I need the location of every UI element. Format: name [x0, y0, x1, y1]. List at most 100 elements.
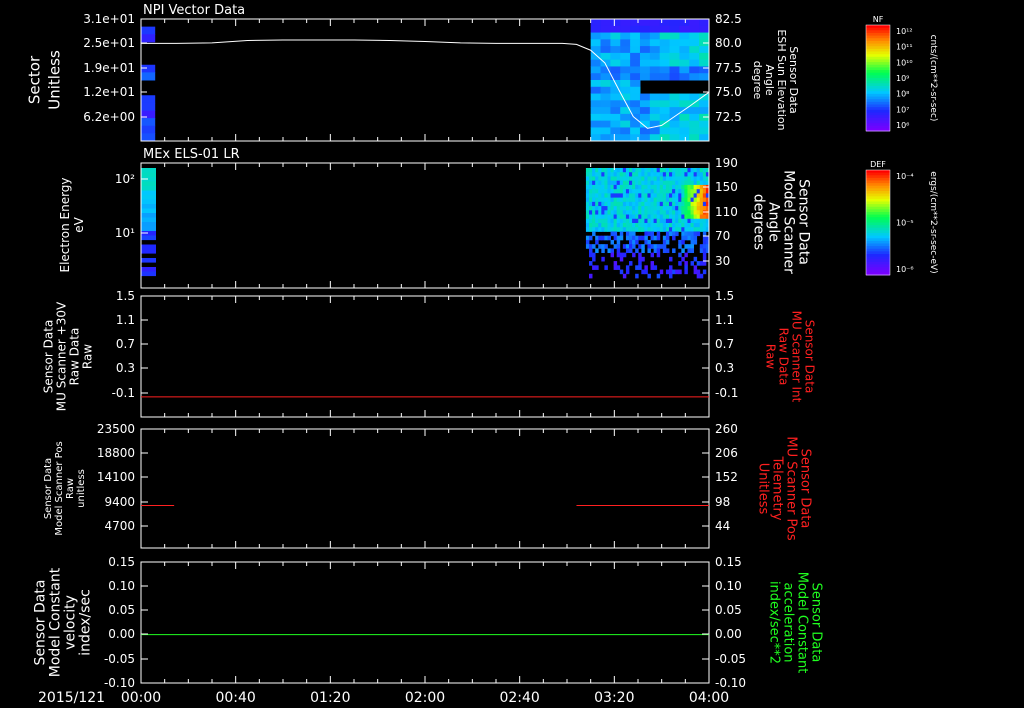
spectrogram-cell — [616, 193, 621, 199]
spectrogram-cell — [610, 127, 621, 135]
spectrogram-cell — [649, 46, 661, 54]
spectrogram-cell — [632, 235, 636, 241]
spectrogram-cell — [589, 172, 593, 177]
spectrogram-cell — [585, 184, 590, 190]
spectrogram-cell — [590, 52, 602, 61]
spectrogram-cell — [638, 189, 642, 194]
spectrogram-cell — [592, 176, 596, 182]
spectrogram-cell — [616, 239, 621, 245]
spectrogram-cell — [585, 201, 590, 207]
spectrogram-cell — [629, 218, 633, 224]
spectrogram-cell — [696, 168, 701, 173]
spectrogram-cell — [635, 239, 639, 245]
spectrogram-cell — [601, 223, 605, 228]
spectrogram-cell — [699, 189, 704, 194]
spectrogram-cell — [659, 206, 664, 211]
spectrogram-cell — [600, 120, 611, 128]
spectrogram-cell — [689, 59, 700, 67]
spectrogram-cell — [619, 227, 624, 232]
spectrogram-cell — [678, 261, 682, 266]
spectrogram-cell — [630, 39, 641, 47]
spectrogram-cell — [630, 100, 641, 108]
spectrogram-cell — [607, 180, 611, 186]
time-tick-label: 01:20 — [310, 690, 350, 706]
spectrogram-cell — [656, 189, 661, 194]
spectrogram-cell — [629, 210, 633, 215]
spectrogram-cell — [607, 189, 611, 194]
spectrogram-cell — [625, 231, 630, 237]
spectrogram-cell — [678, 193, 682, 199]
spectrogram-cell — [699, 206, 704, 211]
spectrogram-cell — [635, 227, 639, 232]
spectrogram-cell — [590, 25, 602, 34]
spectrogram-cell — [644, 218, 648, 224]
spectrogram-cell — [610, 39, 621, 47]
spectrogram-cell — [629, 227, 633, 232]
spectrogram-cell — [681, 176, 685, 182]
spectrogram-cell — [678, 269, 682, 275]
spectrogram-cell — [141, 222, 156, 227]
spectrogram-cell — [699, 261, 704, 266]
spectrogram-cell — [662, 218, 667, 224]
spectrogram-cell — [629, 223, 633, 228]
spectrogram-cell — [638, 197, 642, 203]
spectrogram-cell — [592, 214, 596, 220]
spectrogram-cell — [684, 227, 688, 232]
spectrogram-cell — [595, 201, 599, 207]
spectrogram-cell — [675, 172, 679, 177]
spectrogram-cell — [684, 269, 688, 275]
spectrogram-cell — [702, 193, 707, 199]
spectrogram-cell — [629, 231, 633, 237]
spectrogram-cell — [610, 168, 615, 173]
y-axis-label-left: Electron Energy eV — [58, 177, 86, 272]
spectrogram-cell — [638, 252, 642, 258]
spectrogram-cell — [585, 214, 590, 220]
spectrogram-cell — [604, 172, 608, 177]
spectrogram-cell — [595, 218, 599, 224]
spectrogram-cell — [589, 244, 593, 249]
spectrogram-cell — [620, 80, 631, 88]
spectrogram-cell — [613, 214, 618, 220]
spectrogram-cell — [690, 189, 695, 194]
spectrogram-cell — [659, 184, 664, 190]
y-axis-label-right-line: Sensor Data — [802, 320, 816, 394]
spectrogram-cell — [647, 248, 651, 254]
spectrogram-cell — [622, 244, 627, 249]
y-tick-label-right: 190 — [715, 156, 738, 170]
colorbar-units: ergs/(cm**2-sr-sec-eV) — [928, 171, 938, 273]
y-tick-label-right: 0.3 — [715, 361, 734, 375]
spectrogram-cell — [699, 19, 710, 27]
spectrogram-cell — [590, 80, 602, 88]
spectrogram-cell — [629, 193, 633, 199]
spectrogram-cell — [678, 184, 682, 190]
spectrogram-cell — [592, 227, 596, 232]
spectrogram-cell — [684, 235, 688, 241]
spectrogram-cell — [644, 172, 648, 177]
y-tick-label-right: 206 — [715, 446, 738, 460]
spectrogram-cell — [610, 223, 615, 228]
spectrogram-cell — [592, 197, 596, 203]
spectrogram-cell — [702, 239, 707, 245]
spectrogram-cell — [656, 252, 661, 258]
spectrogram-cell — [613, 184, 618, 190]
spectrogram-cell — [590, 46, 602, 54]
spectrogram-cell — [629, 235, 633, 241]
colorbar-tick-label: 10¹² — [896, 27, 913, 36]
spectrogram-cell — [141, 168, 156, 173]
spectrogram-cell — [656, 180, 661, 186]
spectrogram-cell — [689, 107, 700, 115]
spectrogram-cell — [141, 190, 156, 196]
spectrogram-cell — [672, 210, 676, 215]
spectrogram-cell — [620, 86, 631, 95]
spectrogram-cell — [659, 59, 671, 67]
spectrogram-cell — [672, 227, 676, 232]
y-axis-label-left-line: Model Scanner Pos — [54, 441, 65, 535]
spectrogram-cell — [592, 193, 596, 199]
y-axis-label-left-line: Sensor Data — [32, 580, 48, 666]
spectrogram-cell — [675, 206, 679, 211]
spectrogram-cell — [689, 100, 700, 108]
spectrogram-cell — [669, 206, 673, 211]
spectrogram-cell — [656, 214, 661, 220]
spectrogram-cell — [649, 107, 661, 115]
spectrogram-cell — [604, 227, 608, 232]
